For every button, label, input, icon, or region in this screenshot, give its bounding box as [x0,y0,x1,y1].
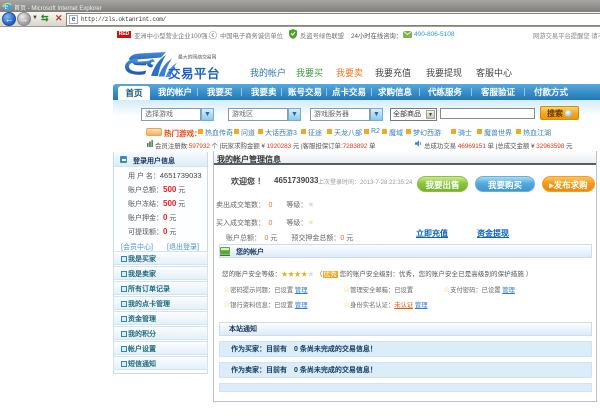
svg-text:e: e [4,2,8,11]
